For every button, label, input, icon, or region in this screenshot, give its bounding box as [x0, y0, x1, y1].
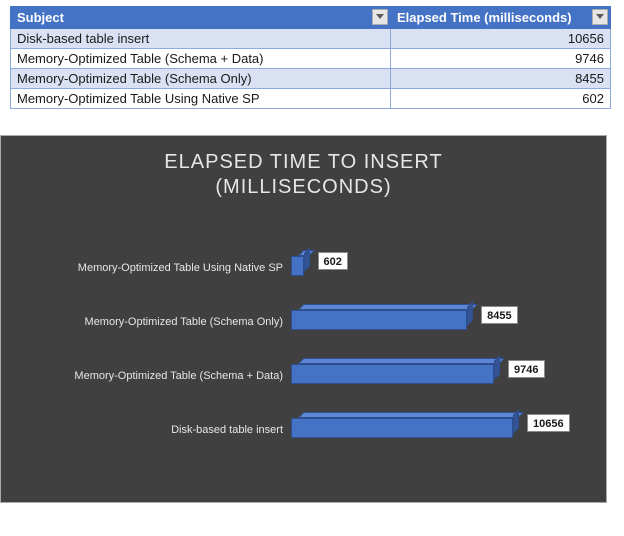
bar[interactable]: [291, 364, 494, 384]
bar[interactable]: [291, 310, 467, 330]
column-header-value-label: Elapsed Time (milliseconds): [397, 10, 572, 25]
table-row[interactable]: Memory-Optimized Table (Schema + Data)97…: [11, 49, 611, 69]
bar-track: 9746: [291, 352, 596, 400]
data-label: 8455: [481, 306, 517, 324]
chart-frame: ELAPSED TIME TO INSERT (MILLISECONDS) Me…: [0, 135, 607, 503]
bar-track: 8455: [291, 298, 596, 346]
chevron-down-icon: [376, 14, 384, 20]
chart-row: Memory-Optimized Table Using Native SP 60…: [1, 244, 596, 292]
bar-track: 602: [291, 244, 596, 292]
table-row[interactable]: Disk-based table insert10656: [11, 29, 611, 49]
column-header-value[interactable]: Elapsed Time (milliseconds): [391, 7, 611, 29]
table-row[interactable]: Memory-Optimized Table (Schema Only)8455: [11, 69, 611, 89]
cell-subject: Disk-based table insert: [11, 29, 391, 49]
chart-row: Disk-based table insert 10656: [1, 406, 596, 454]
data-label: 9746: [508, 360, 544, 378]
data-label: 602: [318, 252, 348, 270]
bar[interactable]: [291, 256, 304, 276]
chart-title-line1: ELAPSED TIME TO INSERT: [164, 151, 442, 173]
data-label: 10656: [527, 414, 570, 432]
plot-area: Memory-Optimized Table Using Native SP 60…: [1, 232, 596, 474]
cell-subject: Memory-Optimized Table Using Native SP: [11, 89, 391, 109]
column-header-subject[interactable]: Subject: [11, 7, 391, 29]
cell-subject: Memory-Optimized Table (Schema + Data): [11, 49, 391, 69]
cell-subject: Memory-Optimized Table (Schema Only): [11, 69, 391, 89]
filter-dropdown-subject[interactable]: [372, 9, 388, 25]
cell-value: 602: [391, 89, 611, 109]
column-header-subject-label: Subject: [17, 10, 64, 25]
axis-category-label: Memory-Optimized Table (Schema + Data): [1, 370, 291, 382]
data-table: Subject Elapsed Time (milliseconds) Disk…: [10, 6, 611, 109]
table-row[interactable]: Memory-Optimized Table Using Native SP60…: [11, 89, 611, 109]
cell-value: 10656: [391, 29, 611, 49]
bar-track: 10656: [291, 406, 596, 454]
chart-title-line2: (MILLISECONDS): [215, 176, 391, 198]
chart-row: Memory-Optimized Table (Schema + Data) 97…: [1, 352, 596, 400]
axis-category-label: Memory-Optimized Table Using Native SP: [1, 262, 291, 274]
chart-title: ELAPSED TIME TO INSERT (MILLISECONDS): [1, 136, 606, 200]
cell-value: 9746: [391, 49, 611, 69]
data-table-container: Subject Elapsed Time (milliseconds) Disk…: [0, 0, 624, 109]
axis-category-label: Memory-Optimized Table (Schema Only): [1, 316, 291, 328]
cell-value: 8455: [391, 69, 611, 89]
axis-category-label: Disk-based table insert: [1, 424, 291, 436]
filter-dropdown-value[interactable]: [592, 9, 608, 25]
bar[interactable]: [291, 418, 513, 438]
chevron-down-icon: [596, 14, 604, 20]
chart-row: Memory-Optimized Table (Schema Only) 8455: [1, 298, 596, 346]
